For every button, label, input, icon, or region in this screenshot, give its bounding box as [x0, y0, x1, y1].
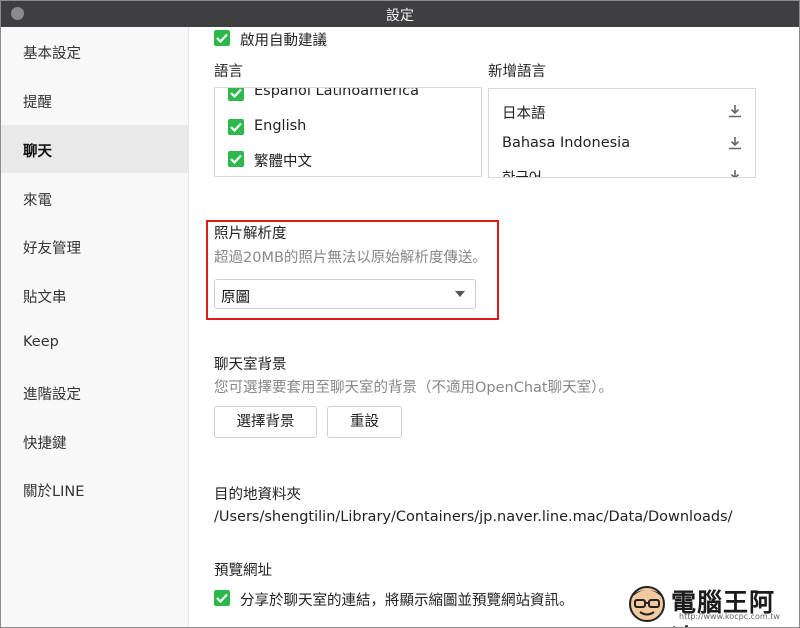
language-section-title: 語言 — [214, 64, 243, 80]
mascot-face-icon — [629, 586, 665, 622]
language-checkbox[interactable] — [228, 151, 244, 167]
check-icon — [230, 154, 242, 164]
watermark-text: 電腦王阿達 — [671, 588, 776, 627]
chat-background-description: 您可選擇要套用至聊天室的背景（不適用OpenChat聊天室）。 — [214, 380, 613, 396]
sidebar-item-friends[interactable]: 好友管理 — [1, 222, 188, 270]
sidebar-item-keep[interactable]: Keep — [1, 319, 188, 367]
sidebar-item-label: 提醒 — [23, 95, 52, 111]
chevron-down-icon — [455, 291, 465, 297]
sidebar-item-label: 聊天 — [23, 144, 52, 160]
sidebar-item-timeline[interactable]: 貼文串 — [1, 271, 188, 319]
download-icon[interactable] — [727, 135, 743, 151]
title-bar: 設定 — [1, 1, 799, 27]
reset-background-button[interactable]: 重設 — [327, 406, 402, 438]
sidebar-item-label: 進階設定 — [23, 387, 81, 403]
check-icon — [230, 88, 242, 98]
language-item-label: English — [254, 118, 307, 134]
language-checkbox[interactable] — [228, 119, 244, 135]
add-language-item-label: 한국어 — [502, 167, 542, 177]
sidebar-item-calls[interactable]: 來電 — [1, 174, 188, 222]
link-preview-title: 預覽網址 — [214, 563, 272, 579]
sidebar-item-notifications[interactable]: 提醒 — [1, 76, 188, 124]
watermark-logo: 電腦王阿達 http://www.kocpc.com.tw — [623, 579, 795, 627]
sidebar-item-about[interactable]: 關於LINE — [1, 465, 188, 513]
language-item-label: Español Latinoamérica — [254, 87, 420, 99]
add-language-section-title: 新增語言 — [488, 64, 546, 80]
chat-background-title: 聊天室背景 — [214, 357, 287, 373]
sidebar-item-advanced[interactable]: 進階設定 — [1, 368, 188, 416]
watermark-url: http://www.kocpc.com.tw — [679, 612, 780, 621]
check-icon — [216, 593, 228, 603]
sidebar-item-label: 來電 — [23, 193, 52, 209]
language-checkbox[interactable] — [228, 88, 244, 101]
sidebar-item-label: Keep — [23, 334, 59, 350]
sidebar-item-chat[interactable]: 聊天 — [1, 125, 188, 173]
photo-resolution-dropdown[interactable]: 原圖 — [214, 279, 476, 309]
sidebar-item-label: 基本設定 — [23, 46, 81, 62]
settings-sidebar: 基本設定 提醒 聊天 來電 好友管理 貼文串 Keep 進階設定 快捷鍵 關於L… — [1, 27, 189, 627]
photo-resolution-title: 照片解析度 — [214, 226, 287, 242]
download-icon[interactable] — [727, 103, 743, 119]
language-item-label: 繁體中文 — [254, 154, 312, 170]
check-icon — [230, 122, 242, 132]
download-folder-title: 目的地資料夾 — [214, 487, 301, 503]
add-language-item-label: 日本語 — [502, 106, 546, 122]
sidebar-item-shortcuts[interactable]: 快捷鍵 — [1, 417, 188, 465]
sidebar-item-label: 快捷鍵 — [23, 436, 67, 452]
link-preview-label: 分享於聊天室的連結，將顯示縮圖並預覽網站資訊。 — [240, 593, 574, 609]
check-icon — [216, 33, 228, 43]
link-preview-checkbox[interactable] — [214, 590, 230, 606]
sidebar-item-label: 好友管理 — [23, 241, 81, 257]
download-icon[interactable] — [727, 168, 743, 178]
sidebar-item-label: 關於LINE — [23, 484, 85, 500]
sidebar-item-label: 貼文串 — [23, 290, 67, 306]
chat-settings-panel: 啟用自動建議 語言 Español Latinoamérica English … — [189, 27, 799, 627]
photo-resolution-description: 超過20MB的照片無法以原始解析度傳送。 — [214, 250, 487, 266]
select-background-button[interactable]: 選擇背景 — [214, 406, 317, 438]
sidebar-item-basic[interactable]: 基本設定 — [1, 27, 188, 75]
auto-suggest-label: 啟用自動建議 — [240, 33, 327, 49]
add-language-item-label: Bahasa Indonesia — [502, 135, 631, 151]
add-language-list[interactable]: 日本語 Bahasa Indonesia 한국어 — [488, 88, 756, 178]
settings-window: 設定 基本設定 提醒 聊天 來電 好友管理 貼文串 Keep 進階設定 快捷鍵 … — [0, 0, 800, 628]
window-title: 設定 — [386, 8, 414, 24]
auto-suggest-checkbox[interactable] — [214, 30, 230, 46]
photo-resolution-value: 原圖 — [221, 290, 250, 306]
download-folder-path: /Users/shengtilin/Library/Containers/jp.… — [214, 509, 733, 525]
language-list[interactable]: Español Latinoamérica English 繁體中文 — [214, 87, 482, 177]
